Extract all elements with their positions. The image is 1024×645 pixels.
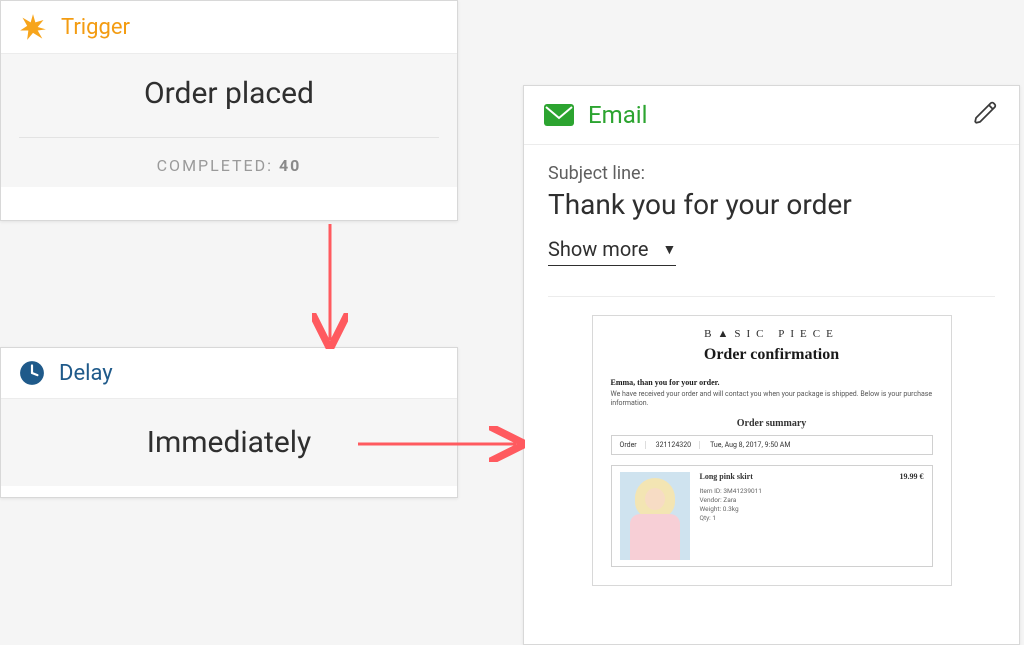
- workflow-canvas: Trigger Order placed COMPLETED: 40 Delay…: [0, 0, 1024, 645]
- delay-card[interactable]: Delay Immediately: [0, 347, 458, 498]
- product-weight: Weight: 0.3kg: [700, 505, 924, 514]
- subject-label: Subject line:: [548, 163, 995, 184]
- email-card[interactable]: Email Subject line: Thank you for your o…: [523, 85, 1020, 645]
- pencil-icon: [973, 100, 999, 126]
- subject-line: Thank you for your order: [548, 188, 995, 221]
- email-label: Email: [588, 101, 647, 129]
- email-preview: B▲SIC PIECE Order confirmation Emma, tha…: [592, 315, 952, 586]
- trigger-header: Trigger: [1, 1, 457, 54]
- trigger-event-name: Order placed: [19, 76, 439, 131]
- email-body: Subject line: Thank you for your order S…: [524, 144, 1019, 596]
- trigger-card[interactable]: Trigger Order placed COMPLETED: 40: [0, 0, 458, 221]
- clock-icon: [19, 360, 45, 386]
- show-more-label: Show more: [548, 237, 648, 261]
- preview-heading: Order confirmation: [611, 346, 933, 364]
- product-image: [620, 472, 690, 560]
- preview-order-box: Order 321124320 Tue, Aug 8, 2017, 9:50 A…: [611, 435, 933, 455]
- preview-product-row: Long pink skirt 19.99 € Item ID: 3M41239…: [611, 465, 933, 567]
- product-item-id: Item ID: 3M41239011: [700, 487, 924, 496]
- delay-header: Delay: [1, 348, 457, 399]
- starburst-icon: [19, 13, 47, 41]
- preview-order-id: 321124320: [656, 441, 700, 449]
- trigger-completed-row: COMPLETED: 40: [19, 137, 439, 175]
- product-qty: Qty: 1: [700, 514, 924, 523]
- product-vendor: Vendor: Zara: [700, 496, 924, 505]
- edit-button[interactable]: [973, 100, 999, 130]
- chevron-down-icon: ▼: [662, 241, 676, 258]
- preview-summary-title: Order summary: [611, 418, 933, 429]
- completed-count: 40: [279, 156, 301, 175]
- preview-greeting: Emma, than you for your order.: [611, 378, 933, 387]
- preview-order-label: Order: [620, 441, 646, 449]
- show-more-toggle[interactable]: Show more ▼: [548, 237, 676, 266]
- product-price: 19.99 €: [900, 472, 924, 481]
- trigger-body: Order placed COMPLETED: 40: [1, 54, 457, 187]
- preview-body-text: We have received your order and will con…: [611, 390, 933, 408]
- delay-value: Immediately: [1, 399, 457, 486]
- divider: [548, 296, 995, 297]
- product-name: Long pink skirt: [700, 472, 753, 481]
- completed-label: COMPLETED:: [157, 156, 273, 175]
- preview-brand: B▲SIC PIECE: [611, 328, 933, 346]
- email-header: Email: [524, 86, 1019, 144]
- preview-order-date: Tue, Aug 8, 2017, 9:50 AM: [710, 441, 798, 449]
- trigger-label: Trigger: [61, 15, 130, 40]
- delay-label: Delay: [59, 361, 113, 386]
- envelope-icon: [544, 104, 574, 126]
